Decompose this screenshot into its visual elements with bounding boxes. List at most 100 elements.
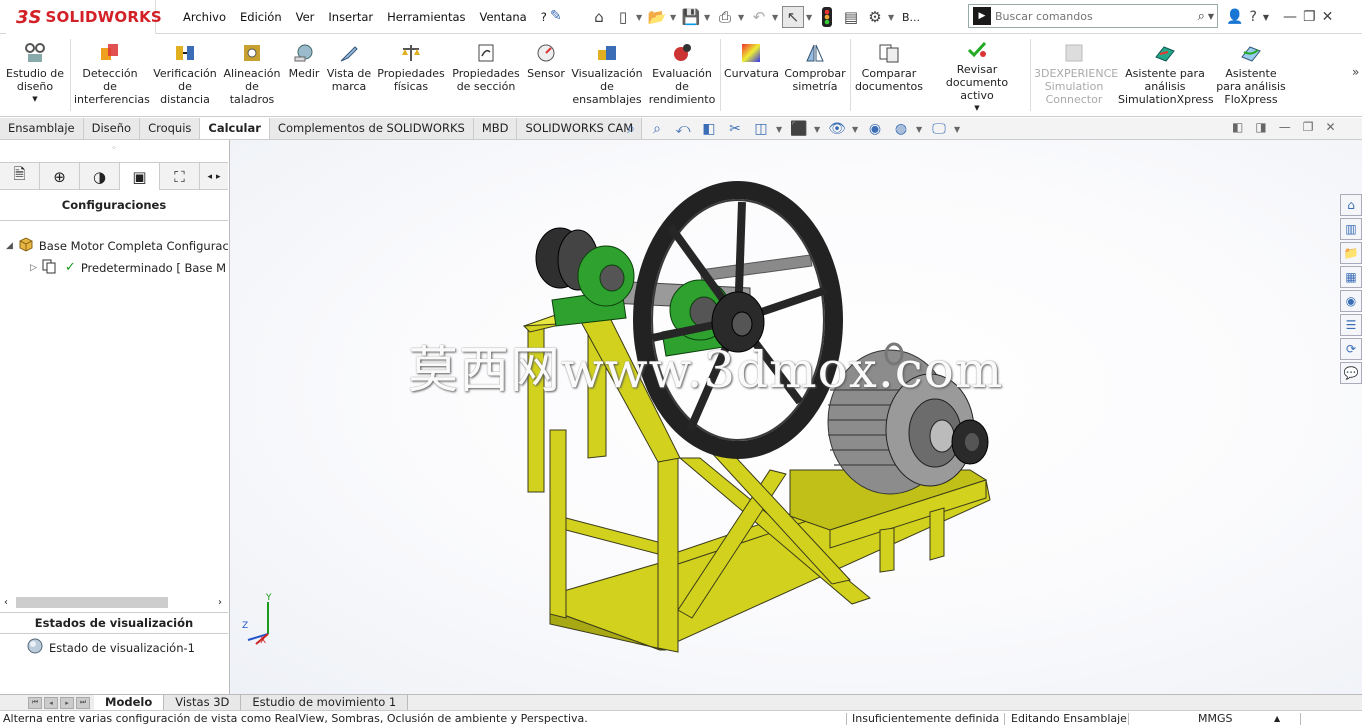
pin-menu-icon[interactable]: ✎	[550, 8, 562, 24]
ribbon-evaluacion-rendimiento[interactable]: Evaluación de rendimiento	[648, 41, 716, 106]
status-units[interactable]: MMGS	[1198, 711, 1233, 726]
apply-scene-icon[interactable]: ◍	[890, 119, 912, 139]
doc-minimize-icon[interactable]: —	[1279, 120, 1291, 134]
open-dropdown-arrow[interactable]: ▼	[670, 13, 678, 22]
last-tab-icon[interactable]: ⏭	[76, 696, 90, 709]
help-icon[interactable]: ?	[1249, 9, 1256, 25]
view-orientation-icon[interactable]: ◫	[750, 119, 772, 139]
ribbon-estudio-de-diseno[interactable]: Estudio de diseño ▼	[4, 41, 66, 106]
tab-mbd[interactable]: MBD	[473, 118, 518, 139]
tab-modelo[interactable]: Modelo	[94, 695, 165, 710]
traffic-light-icon[interactable]	[816, 6, 838, 28]
prev-tab-icon[interactable]: ◂	[44, 696, 58, 709]
apply-scene-dropdown[interactable]: ▼	[916, 125, 924, 134]
collapse-arrow-icon[interactable]: ◢	[6, 241, 13, 251]
ribbon-revisar-documento[interactable]: Revisar documento activo ▼	[928, 37, 1026, 115]
print-dropdown-arrow[interactable]: ▼	[738, 13, 746, 22]
panel-grip-icon[interactable]: ◦	[0, 144, 228, 154]
configurationmanager-tab-icon[interactable]: ▣	[120, 163, 160, 190]
tab-ensamblaje[interactable]: Ensamblaje	[0, 118, 84, 139]
next-tab-icon[interactable]: ▸	[60, 696, 74, 709]
first-tab-icon[interactable]: ⏮	[28, 696, 42, 709]
file-explorer-icon[interactable]: 📁	[1340, 242, 1362, 264]
search-input[interactable]	[995, 9, 1195, 23]
solidworks-logo[interactable]: 3S SOLIDWORKS	[6, 0, 162, 34]
ribbon-deteccion-interferencias[interactable]: Detección de interferencias	[74, 41, 150, 106]
solidworks-resources-icon[interactable]: ⌂	[1340, 194, 1362, 216]
new-dropdown-arrow[interactable]: ▼	[636, 13, 644, 22]
ribbon-overflow-chevron-icon[interactable]: »	[1352, 65, 1359, 79]
menu-archivo[interactable]: Archivo	[176, 10, 233, 24]
view-settings-icon[interactable]: 🖵	[928, 119, 950, 139]
ribbon-floxpress[interactable]: Asistente para análisis FloXpress	[1216, 41, 1286, 106]
tile-left-icon[interactable]: ◧	[1232, 120, 1243, 134]
tab-croquis[interactable]: Croquis	[140, 118, 201, 139]
tab-calcular[interactable]: Calcular	[200, 118, 270, 139]
design-library-icon[interactable]: ▥	[1340, 218, 1362, 240]
save-dropdown-arrow[interactable]: ▼	[704, 13, 712, 22]
ribbon-propiedades-fisicas[interactable]: Propiedades físicas	[376, 41, 446, 93]
zoom-to-area-icon[interactable]: ⌕	[646, 119, 668, 139]
graphics-area[interactable]: Y Z X	[230, 140, 1362, 694]
ribbon-sensor[interactable]: Sensor	[526, 41, 566, 80]
tab-estudio-movimiento[interactable]: Estudio de movimiento 1	[241, 695, 409, 710]
tab-vistas-3d[interactable]: Vistas 3D	[164, 695, 242, 710]
expand-arrow-icon[interactable]: ▷	[30, 263, 37, 273]
appearances-scenes-icon[interactable]: ◉	[1340, 290, 1362, 312]
menu-edicion[interactable]: Edición	[233, 10, 289, 24]
options-dropdown-arrow[interactable]: ▼	[888, 13, 896, 22]
open-folder-icon[interactable]: 📂	[646, 6, 668, 28]
search-dropdown-arrow[interactable]: ▼	[1208, 12, 1217, 21]
scroll-right-arrow-icon[interactable]: ›	[218, 597, 222, 608]
hide-show-dropdown[interactable]: ▼	[852, 125, 860, 134]
assembly-model[interactable]	[230, 140, 1362, 694]
scroll-right-icon[interactable]: ▸	[216, 172, 221, 182]
ribbon-verificacion-distancia[interactable]: Verificación de distancia	[152, 41, 218, 106]
select-dropdown-arrow[interactable]: ▼	[806, 13, 814, 22]
featuremanager-tab-icon[interactable]: 🗎	[0, 163, 40, 190]
tree-item-configuration[interactable]: ▷ ✓ Predeterminado [ Base M	[30, 258, 228, 277]
home-icon[interactable]: ⌂	[588, 6, 610, 28]
horizontal-scrollbar[interactable]: ‹ ›	[0, 594, 228, 610]
ribbon-3dexperience-connector[interactable]: 3DEXPERIENCE Simulation Connector	[1034, 41, 1118, 106]
print-icon[interactable]: ⎙	[714, 6, 736, 28]
options-gear-icon[interactable]: ⚙	[864, 6, 886, 28]
propertymanager-tab-icon[interactable]: ⊕	[40, 163, 80, 190]
tile-right-icon[interactable]: ◨	[1255, 120, 1266, 134]
save-icon[interactable]: 💾	[680, 6, 702, 28]
tab-complementos[interactable]: Complementos de SOLIDWORKS	[269, 118, 474, 139]
scroll-left-icon[interactable]: ◂	[207, 172, 212, 182]
ribbon-comprobar-simetria[interactable]: Comprobar simetría	[782, 41, 848, 93]
solidworks-forum-icon[interactable]: ⟳	[1340, 338, 1362, 360]
display-style-dropdown[interactable]: ▼	[814, 125, 822, 134]
dynamic-annotation-icon[interactable]: ✂	[724, 119, 746, 139]
new-document-icon[interactable]: ▯	[612, 6, 634, 28]
ribbon-visualizacion-ensamblajes[interactable]: Visualización de ensamblajes	[570, 41, 644, 106]
quick-overflow[interactable]: B...	[898, 11, 920, 24]
menu-ventana[interactable]: Ventana	[473, 10, 534, 24]
ribbon-dropdown-arrow[interactable]: ▼	[4, 93, 66, 106]
ribbon-propiedades-seccion[interactable]: Propiedades de sección	[450, 41, 522, 93]
tab-diseno[interactable]: Diseño	[83, 118, 141, 139]
section-view-icon[interactable]: ◧	[698, 119, 720, 139]
menu-ver[interactable]: Ver	[289, 10, 322, 24]
tree-item-assembly[interactable]: ◢ Base Motor Completa Configurac	[6, 236, 228, 255]
restore-icon[interactable]: ❐	[1303, 9, 1316, 25]
minimize-icon[interactable]: —	[1283, 9, 1297, 25]
units-arrow-icon[interactable]: ▲	[1274, 711, 1280, 726]
select-arrow-icon[interactable]: ↖	[782, 6, 804, 28]
menu-herramientas[interactable]: Herramientas	[380, 10, 472, 24]
file-properties-icon[interactable]: ▤	[840, 6, 862, 28]
ribbon-curvatura[interactable]: Curvatura	[724, 41, 779, 80]
ribbon-comparar-documentos[interactable]: Comparar documentos	[854, 41, 924, 93]
menu-insertar[interactable]: Insertar	[321, 10, 380, 24]
ribbon-simulationxpress[interactable]: Asistente para análisis SimulationXpress	[1118, 41, 1214, 106]
display-style-icon[interactable]: ⬛	[788, 119, 810, 139]
ribbon-vista-de-marca[interactable]: Vista de marca	[326, 41, 372, 93]
ribbon-medir[interactable]: Medir	[286, 41, 322, 80]
custom-properties-icon[interactable]: ☰	[1340, 314, 1362, 336]
doc-restore-icon[interactable]: ❐	[1303, 120, 1314, 134]
search-icon[interactable]: ⌕	[1195, 9, 1208, 24]
help-dropdown-arrow[interactable]: ▼	[1263, 13, 1269, 22]
doc-close-icon[interactable]: ✕	[1325, 120, 1335, 134]
